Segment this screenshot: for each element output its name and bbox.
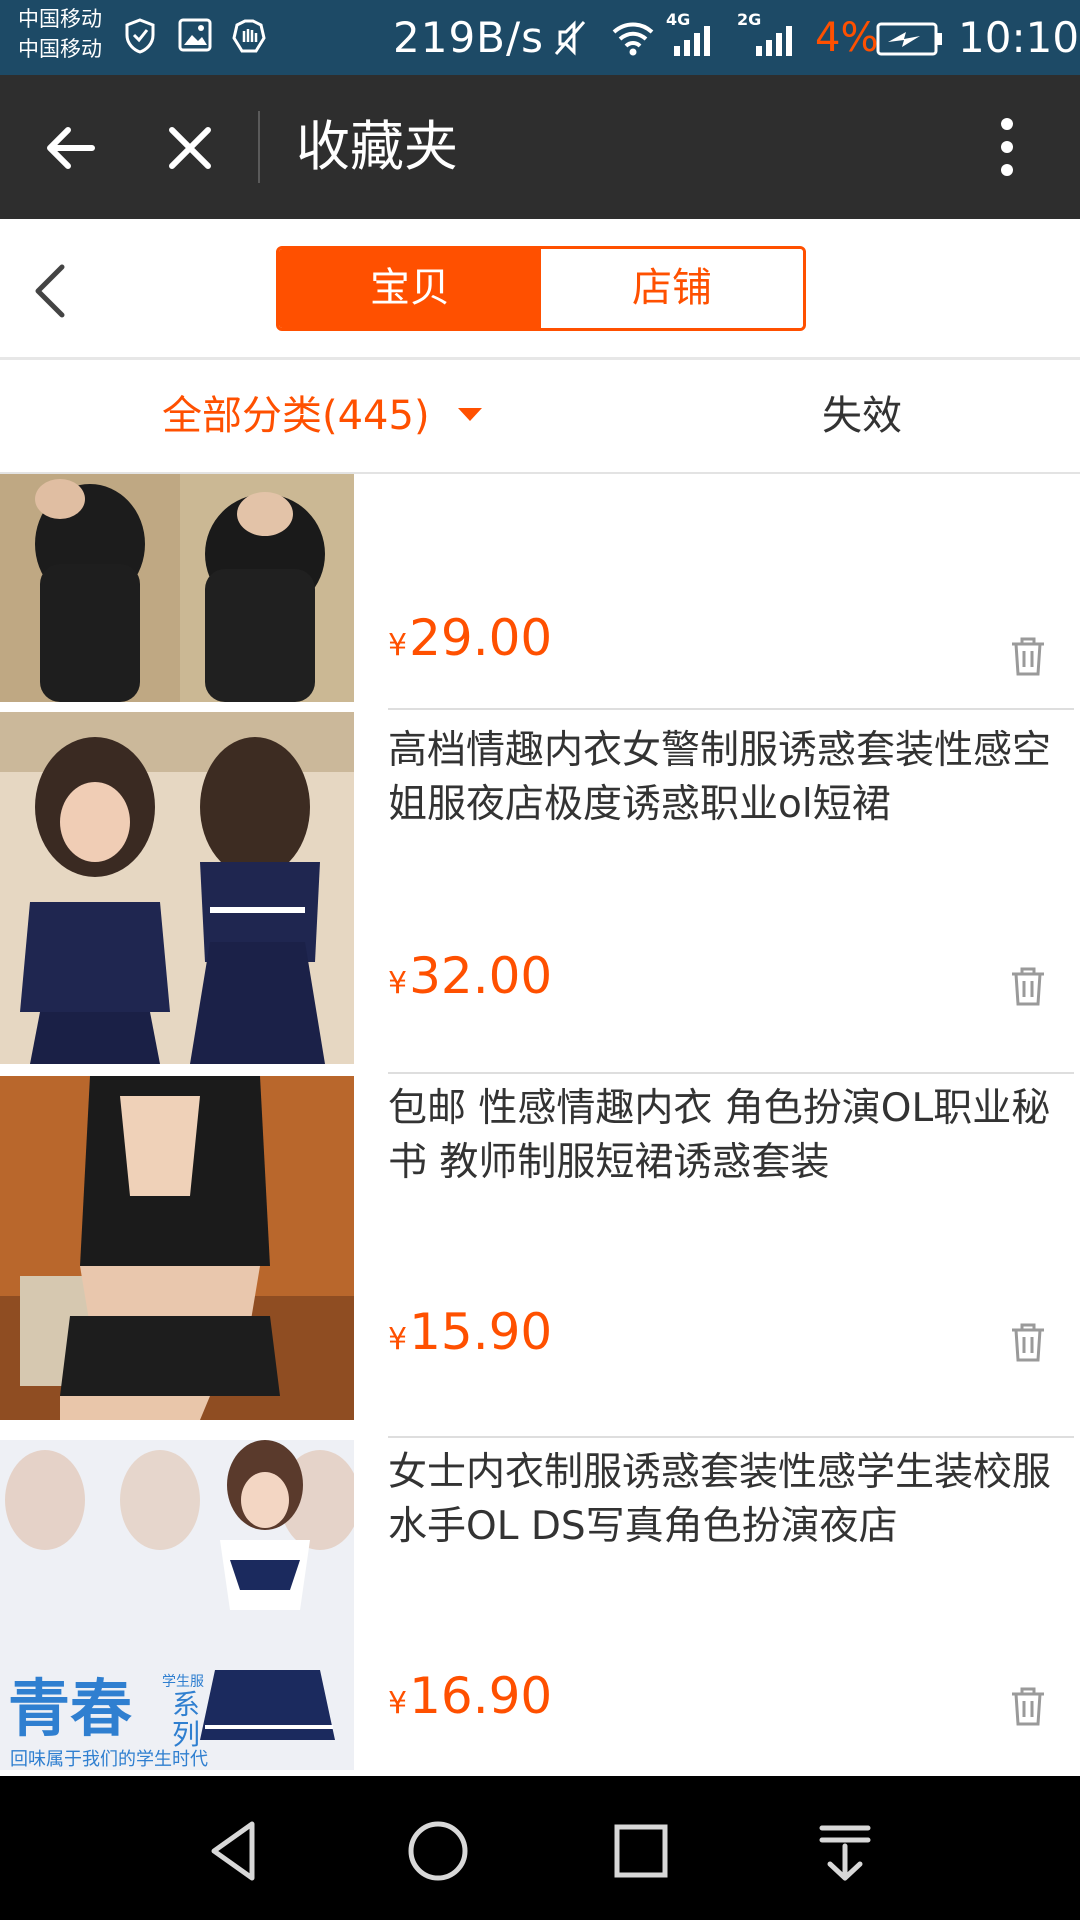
status-bar: 中国移动 中国移动 219B/s 4G 2G 4% 10:10 (0, 0, 1080, 75)
signal-2-icon (756, 26, 792, 56)
item-title[interactable]: 包邮 性感情趣内衣 角色扮演OL职业秘书 教师制服短裙诱惑套装 (388, 1082, 1058, 1190)
price-value: 16.90 (409, 1667, 553, 1725)
mute-icon (554, 20, 586, 56)
shield-icon (125, 18, 155, 54)
item-price: ¥15.90 (388, 1302, 552, 1370)
carrier-labels: 中国移动 中国移动 (18, 4, 102, 64)
product-thumbnail[interactable] (0, 712, 354, 1064)
favorites-list: ¥29.00 高档情趣内衣女警制服诱惑套装性感空姐服夜店极度诱惑职业ol短裙 ¥… (0, 474, 1080, 1776)
chevron-left-icon[interactable] (28, 263, 73, 319)
tab-items[interactable]: 宝贝 (279, 249, 541, 328)
navigation-bar (0, 1776, 1080, 1920)
thumb-text-side: 系列 (172, 1688, 201, 1751)
currency-symbol: ¥ (388, 1686, 408, 1721)
hand-icon (232, 19, 266, 53)
segmented-tabs: 宝贝 店铺 (276, 246, 806, 331)
item-price: ¥32.00 (388, 946, 552, 1014)
tab-shops[interactable]: 店铺 (541, 249, 803, 328)
list-item[interactable]: 包邮 性感情趣内衣 角色扮演OL职业秘书 教师制服短裙诱惑套装 ¥15.90 (0, 1076, 1080, 1438)
more-vertical-icon[interactable] (985, 115, 1030, 180)
thumb-text-main: 青春 (8, 1672, 133, 1745)
item-separator (388, 1072, 1074, 1074)
trash-icon[interactable] (1008, 634, 1048, 678)
currency-symbol: ¥ (388, 628, 408, 663)
item-separator (388, 1436, 1074, 1438)
nav-recents-icon[interactable] (606, 1816, 676, 1886)
item-separator (388, 708, 1074, 710)
wifi-icon (612, 22, 654, 56)
item-title[interactable]: 女士内衣制服诱惑套装性感学生装校服水手OL DS写真角色扮演夜店 (388, 1446, 1058, 1554)
tabs-bar: 宝贝 店铺 (0, 219, 1080, 360)
battery-percent: 4% (815, 15, 879, 61)
trash-icon[interactable] (1008, 1320, 1048, 1364)
close-icon[interactable] (160, 118, 220, 178)
nav-back-icon[interactable] (200, 1816, 270, 1886)
clock: 10:10 (958, 13, 1080, 62)
product-thumbnail[interactable]: 青春 学生服 系列 回味属于我们的学生时代 (0, 1440, 354, 1776)
back-arrow-icon[interactable] (40, 118, 100, 178)
thumb-caption: 回味属于我们的学生时代 (10, 1749, 208, 1770)
price-value: 32.00 (409, 947, 553, 1005)
caret-down-icon[interactable] (458, 408, 482, 421)
nav-home-icon[interactable] (403, 1816, 473, 1886)
trash-icon[interactable] (1008, 964, 1048, 1008)
item-price: ¥16.90 (388, 1666, 552, 1734)
currency-symbol: ¥ (388, 966, 408, 1001)
carrier-1: 中国移动 (18, 7, 102, 31)
product-thumbnail[interactable] (0, 474, 354, 702)
list-item[interactable]: 高档情趣内衣女警制服诱惑套装性感空姐服夜店极度诱惑职业ol短裙 ¥32.00 (0, 712, 1080, 1074)
currency-symbol: ¥ (388, 1322, 408, 1357)
title-bar: 收藏夹 (0, 75, 1080, 219)
invalid-filter[interactable]: 失效 (822, 386, 902, 446)
trash-icon[interactable] (1008, 1684, 1048, 1728)
nav-notification-icon[interactable] (810, 1816, 880, 1886)
net-speed: 219B/s (393, 13, 545, 62)
price-value: 15.90 (409, 1303, 553, 1361)
signal-icon (674, 26, 710, 56)
product-thumbnail[interactable] (0, 1076, 354, 1420)
list-item[interactable]: ¥29.00 (0, 474, 1080, 710)
carrier-2: 中国移动 (18, 37, 102, 61)
list-item[interactable]: 青春 学生服 系列 回味属于我们的学生时代 女士内衣制服诱惑套装性感学生装校服水… (0, 1440, 1080, 1776)
title-divider (258, 111, 260, 183)
page-title: 收藏夹 (296, 115, 458, 178)
gallery-icon (178, 18, 212, 52)
price-value: 29.00 (409, 609, 553, 667)
category-filter[interactable]: 全部分类(445) (162, 386, 430, 446)
battery-charging-icon (876, 22, 942, 56)
item-price: ¥29.00 (388, 608, 552, 676)
filter-bar: 全部分类(445) 失效 (0, 360, 1080, 474)
item-title[interactable]: 高档情趣内衣女警制服诱惑套装性感空姐服夜店极度诱惑职业ol短裙 (388, 724, 1058, 832)
